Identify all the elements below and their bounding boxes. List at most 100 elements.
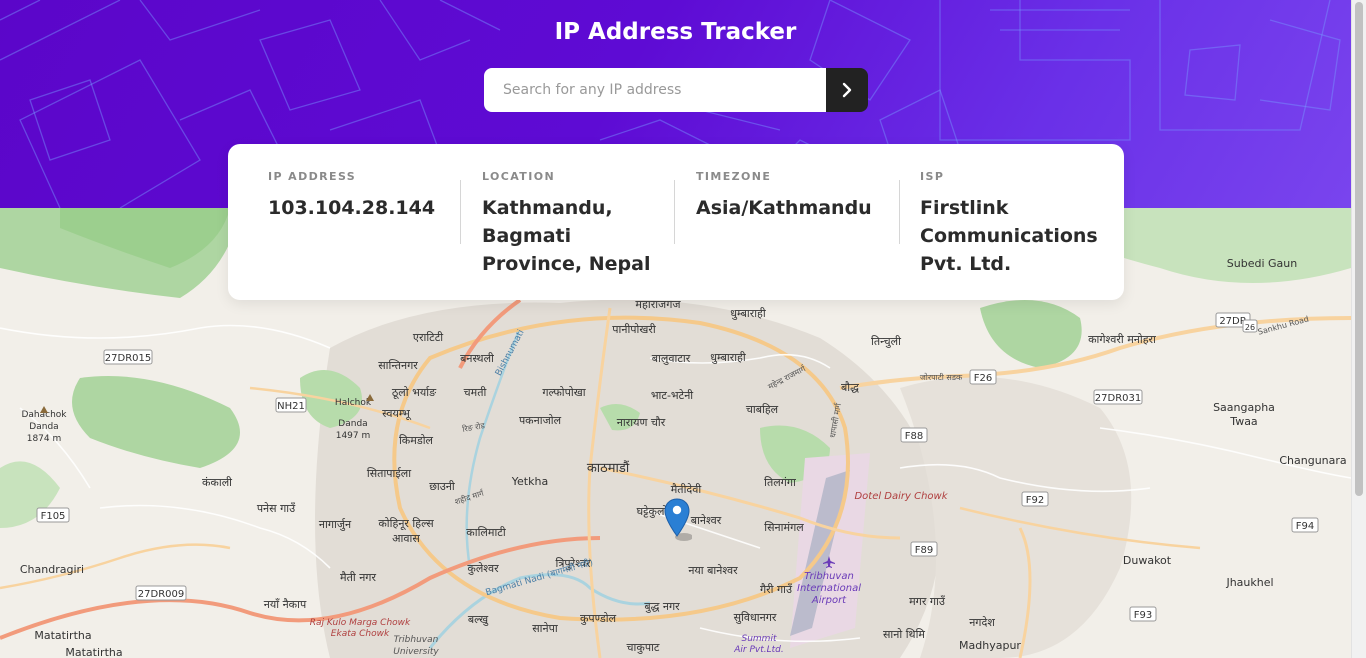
timezone-section: TIMEZONE Asia/Kathmandu [696,170,896,222]
place-label: Raj Kulo Marga Chowk [310,618,411,628]
location-section: LOCATION Kathmandu, Bagmati Province, Ne… [482,170,654,278]
place-label: तिन्चुली [871,335,901,348]
place-label: चमती [464,386,487,399]
timezone-value: Asia/Kathmandu [696,197,872,219]
place-label: बनस्थली [460,352,494,365]
place-label: Danda [338,419,367,429]
place-label: नगदेश [969,616,995,629]
place-label: सानो थिमि [883,628,925,641]
place-label: जोरपाटी सडक [920,372,963,382]
page-scrollbar[interactable] [1351,0,1366,658]
road-shield: 27DR015 [105,353,151,364]
place-label: स्वयम्भू [382,407,412,421]
location-value: Kathmandu, Bagmati Province, Nepal [482,197,651,275]
place-label: भाट-भटेनी [651,389,693,402]
place-label: बौद्ध [841,381,859,394]
place-label: नारायण चौर [617,416,666,429]
timezone-label: TIMEZONE [696,170,772,183]
place-label: Dotel Dairy Chowk [854,491,948,502]
road-shield: F93 [1134,610,1152,621]
location-marker[interactable] [664,498,693,541]
place-label: Subedi Gaun [1227,257,1297,270]
place-label: चाकुपाट [627,641,660,654]
road-shield: F88 [905,431,923,442]
chevron-right-icon [841,82,853,98]
place-label: सुविधानगर [734,611,777,624]
place-label: कालिमाटी [466,526,506,539]
place-label: सिनामंगल [764,521,804,534]
place-label: बल्खु [468,613,489,626]
place-label: नयाँ नैकाप [264,598,307,611]
place-label: Summit [742,634,777,644]
divider [460,180,461,244]
place-label: Duwakot [1123,554,1172,567]
place-label: चाबहिल [746,403,779,416]
ip-search-input[interactable] [484,68,826,112]
place-label: तिलगंगा [764,476,796,489]
place-label: नागार्जुन [319,518,352,531]
isp-section: ISP Firstlink Communications Pvt. Ltd. [920,170,1100,278]
place-label: Matatirtha [34,629,91,642]
place-label: कोहिनूर हिल्स [378,517,434,531]
place-label: 1497 m [336,431,371,441]
divider [674,180,675,244]
place-label: मैती नगर [340,571,376,584]
place-label: Twaa [1229,415,1257,428]
info-card: IP ADDRESS 103.104.28.144 LOCATION Kathm… [228,144,1124,300]
place-label: काठमाडौं [587,460,630,476]
ip-address-section: IP ADDRESS 103.104.28.144 [268,170,448,222]
page-title: IP Address Tracker [554,19,797,45]
place-label: मगर गाउँ [909,595,946,608]
road-shield: F105 [41,511,66,522]
road-shield: F89 [915,545,933,556]
isp-value: Firstlink Communications Pvt. Ltd. [920,197,1098,275]
road-shield: F94 [1296,521,1314,532]
place-label: कागेश्वरी मनोहरा [1088,333,1156,346]
place-label: घट्टेकुलो [637,505,668,518]
road-shield: F92 [1026,495,1044,506]
road-shield: NH21 [277,401,305,412]
submit-button[interactable] [826,68,868,112]
place-label: 1874 m [27,434,62,444]
ip-address-value: 103.104.28.144 [268,197,436,219]
place-label: धुम्बाराही [730,307,766,320]
place-label: पनेस गाउँ [257,502,296,515]
place-label: Ekata Chowk [331,629,390,639]
place-label: Chandragiri [20,563,84,576]
place-label: Danda [29,422,58,432]
place-label: नया बानेश्वर [688,564,738,577]
place-label: Airport [811,595,847,606]
place-label: छाउनी [429,480,455,493]
place-label: Air Pvt.Ltd. [733,645,783,655]
place-label: धुम्बाराही [710,351,746,364]
place-label: Tribhuvan [804,571,854,582]
scrollbar-thumb[interactable] [1355,2,1363,496]
divider [899,180,900,244]
place-label: किमडोल [399,434,434,447]
place-label: बालुवाटार [652,352,691,365]
place-label: University [393,647,439,657]
place-label: एराटिटी [413,331,443,344]
place-label: Saangapha [1213,401,1275,414]
place-label: मैतीदेवी [671,483,702,496]
place-label: Halchok [335,398,372,408]
place-label: गैरी गाउँ [760,583,793,596]
place-label: कुलेश्वर [467,562,499,575]
road-shield: 26 [1245,323,1255,332]
road-shield: 27DR009 [138,589,184,600]
map-pin-icon [664,498,693,546]
road-shield: F26 [974,373,992,384]
place-label: Matatirtha [65,646,122,658]
ip-address-label: IP ADDRESS [268,170,357,183]
location-label: LOCATION [482,170,556,183]
isp-label: ISP [920,170,945,183]
place-label: Madhyapur [959,639,1021,652]
place-label: कुपण्डोल [580,612,617,625]
place-label: Changunara [1279,454,1346,467]
place-label: सान्तिनगर [378,359,418,372]
search-form [484,68,868,112]
place-label: बुद्ध नगर [644,600,680,613]
place-label: Yetkha [511,475,548,488]
place-label: कंकाली [202,476,232,489]
place-label: सितापाईला [367,467,411,480]
